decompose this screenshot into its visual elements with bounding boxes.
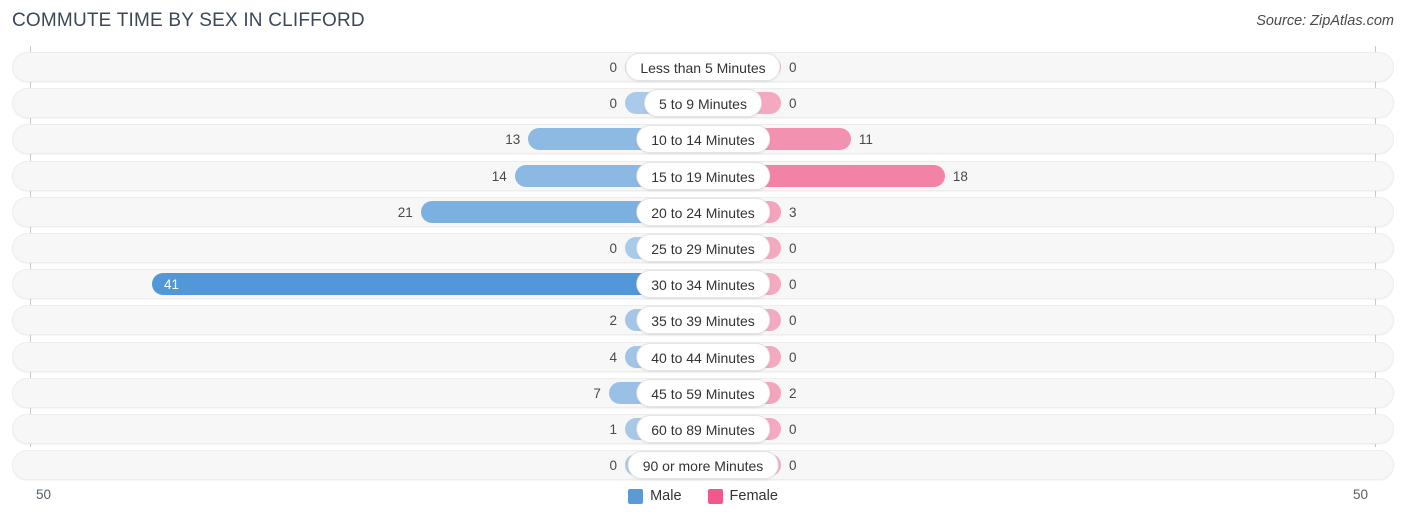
- value-label-female: 0: [789, 96, 797, 112]
- value-label-male: 0: [609, 240, 617, 256]
- value-label-female: 0: [789, 421, 797, 437]
- legend-swatch-icon: [628, 488, 644, 504]
- table-row: 0 0 25 to 29 Minutes: [0, 231, 1406, 267]
- category-label: 20 to 24 Minutes: [636, 197, 770, 226]
- value-label-female: 11: [858, 132, 873, 148]
- value-label-male: 21: [397, 204, 413, 220]
- table-row: 7 2 45 to 59 Minutes: [0, 376, 1406, 412]
- legend-item-male[interactable]: Male: [628, 488, 682, 504]
- chart-header: COMMUTE TIME BY SEX IN CLIFFORD Source: …: [0, 0, 1406, 46]
- value-label-female: 2: [789, 385, 797, 401]
- value-label-female: 0: [789, 458, 797, 474]
- value-label-male: 0: [609, 60, 617, 75]
- table-row: 21 3 20 to 24 Minutes: [0, 195, 1406, 231]
- category-label: 45 to 59 Minutes: [636, 378, 770, 407]
- category-label: Less than 5 Minutes: [625, 53, 781, 81]
- category-label: 35 to 39 Minutes: [636, 306, 770, 335]
- table-row: 1 0 60 to 89 Minutes: [0, 412, 1406, 448]
- legend-swatch-icon: [707, 488, 723, 504]
- value-label-female: 0: [789, 349, 797, 365]
- table-row: 2 0 35 to 39 Minutes: [0, 303, 1406, 339]
- category-label: 40 to 44 Minutes: [636, 342, 770, 371]
- chart-footer: 50 50 Male Female: [0, 483, 1406, 523]
- bar-male: [151, 273, 703, 296]
- value-label-female: 0: [789, 60, 797, 75]
- table-row: 4 0 40 to 44 Minutes: [0, 340, 1406, 376]
- table-row: 0 0 5 to 9 Minutes: [0, 86, 1406, 122]
- legend-label: Female: [729, 488, 778, 504]
- value-label-male: 0: [609, 96, 617, 112]
- category-label: 15 to 19 Minutes: [636, 161, 770, 190]
- value-label-female: 0: [789, 313, 797, 329]
- value-label-female: 18: [952, 168, 968, 184]
- bar-rows-container: 0 0 Less than 5 Minutes 0 0 5 to 9 Minutes 13 1…: [0, 50, 1406, 484]
- value-label-male: 2: [609, 313, 617, 329]
- category-label: 25 to 29 Minutes: [636, 233, 770, 262]
- category-label: 90 or more Minutes: [627, 451, 779, 480]
- value-label-male: 41: [163, 277, 179, 293]
- page-title: COMMUTE TIME BY SEX IN CLIFFORD: [12, 10, 365, 31]
- value-label-female: 3: [789, 204, 797, 220]
- value-label-male: 1: [609, 421, 617, 437]
- value-label-male: 14: [491, 168, 507, 184]
- value-label-male: 7: [593, 385, 601, 401]
- table-row: 0 0 Less than 5 Minutes: [0, 50, 1406, 86]
- table-row: 41 0 30 to 34 Minutes: [0, 267, 1406, 303]
- legend-label: Male: [650, 488, 682, 504]
- value-label-female: 0: [789, 240, 797, 256]
- chart-plot-area: 0 0 Less than 5 Minutes 0 0 5 to 9 Minutes 13 1…: [0, 46, 1406, 483]
- chart-legend: Male Female: [0, 488, 1406, 504]
- table-row: 14 18 15 to 19 Minutes: [0, 159, 1406, 195]
- category-label: 10 to 14 Minutes: [636, 125, 770, 154]
- value-label-female: 0: [789, 277, 797, 293]
- source-attribution: Source: ZipAtlas.com: [1256, 13, 1394, 29]
- legend-item-female[interactable]: Female: [707, 488, 778, 504]
- category-label: 5 to 9 Minutes: [644, 89, 762, 118]
- table-row: 13 11 10 to 14 Minutes: [0, 122, 1406, 158]
- table-row: 0 0 90 or more Minutes: [0, 448, 1406, 484]
- value-label-male: 0: [609, 458, 617, 474]
- value-label-male: 4: [609, 349, 617, 365]
- value-label-male: 13: [505, 132, 521, 148]
- category-label: 60 to 89 Minutes: [636, 414, 770, 443]
- category-label: 30 to 34 Minutes: [636, 270, 770, 299]
